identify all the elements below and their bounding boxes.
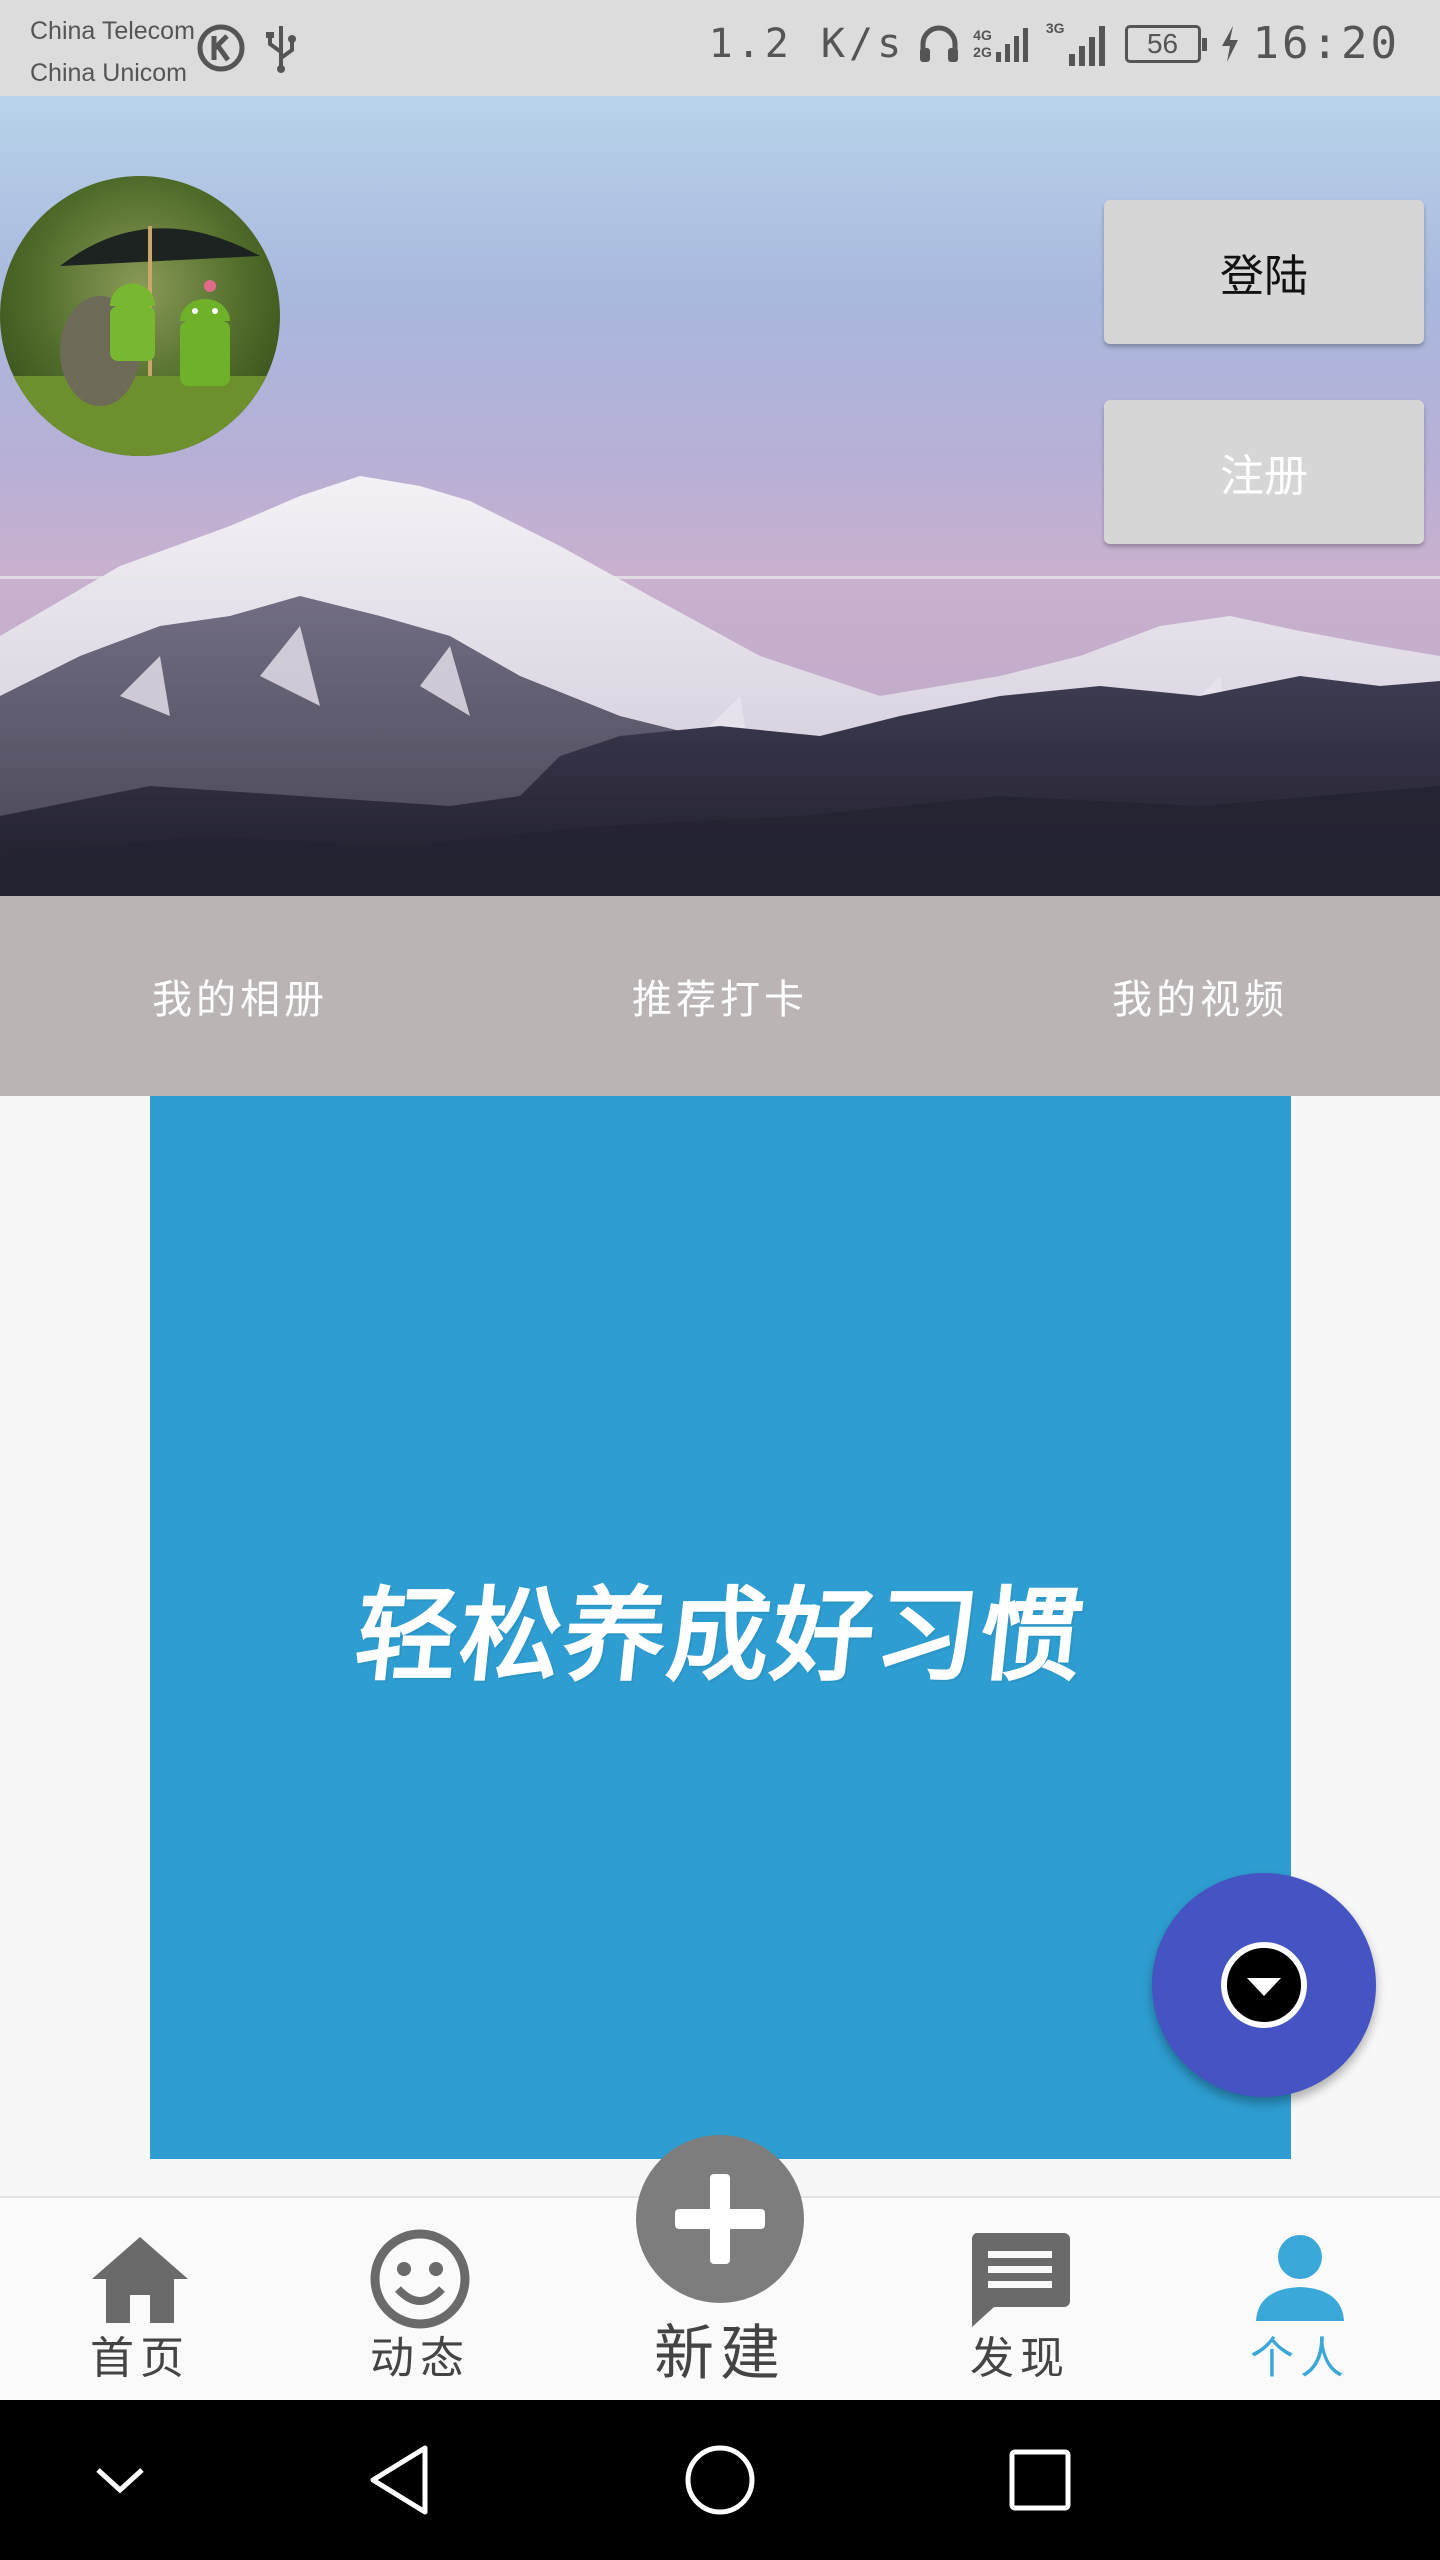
nav-label-profile: 个人 — [1250, 2333, 1350, 2384]
smiley-icon — [370, 2229, 470, 2329]
floating-action-button[interactable] — [1152, 1873, 1376, 2097]
back-icon — [370, 2445, 428, 2515]
tab-my-videos[interactable]: 我的视频 — [960, 896, 1440, 1096]
charging-icon — [1221, 25, 1238, 62]
net-speed: 1.2 K/s — [708, 20, 906, 67]
back-button[interactable] — [360, 2440, 440, 2520]
recents-icon — [1009, 2449, 1071, 2511]
k-app-icon — [197, 24, 245, 72]
person-icon — [1256, 2235, 1344, 2321]
login-button[interactable]: 登陆 — [1104, 200, 1424, 344]
nav-item-home[interactable]: 首页 — [40, 2198, 240, 2402]
status-bar: China Telecom China Unicom 1.2 K/s 4G 2G — [0, 0, 1440, 96]
nav-item-profile[interactable]: 个人 — [1200, 2198, 1400, 2402]
register-button[interactable]: 注册 — [1104, 400, 1424, 544]
tab-my-album[interactable]: 我的相册 — [0, 896, 480, 1096]
carrier-2: China Unicom — [30, 59, 188, 87]
headphone-icon — [920, 25, 959, 62]
recents-button[interactable] — [1000, 2440, 1080, 2520]
nav-label-activity: 动态 — [370, 2333, 470, 2384]
clock: 16:20 — [1252, 18, 1400, 69]
collapse-icon — [96, 2468, 144, 2494]
carrier-info: China Telecom China Unicom — [30, 10, 195, 94]
usb-icon — [266, 26, 296, 73]
nav-label-home: 首页 — [90, 2333, 190, 2384]
nav-item-new[interactable] — [636, 2135, 804, 2303]
signal-1-type-bottom: 2G — [973, 43, 992, 60]
collapse-button[interactable] — [80, 2440, 160, 2520]
nav-label-discover: 发现 — [970, 2333, 1070, 2384]
dropdown-circle-icon — [1221, 1942, 1307, 2028]
home-circle-icon — [685, 2445, 755, 2515]
header-divider — [0, 576, 1440, 579]
carrier-1: China Telecom — [30, 17, 195, 45]
plus-icon — [675, 2174, 765, 2264]
home-button[interactable] — [680, 2440, 760, 2520]
signal-strength-1-icon — [995, 27, 1028, 62]
signal-2-type: 3G — [1045, 19, 1065, 36]
signal-1-type-top: 4G — [973, 26, 992, 43]
android-umbrella-avatar-image — [0, 226, 280, 456]
system-navigation-bar — [0, 2400, 1440, 2560]
nav-item-discover[interactable]: 发现 — [920, 2198, 1120, 2402]
habit-banner-headline: 轻松养成好习惯 — [349, 1577, 1090, 1696]
home-icon — [92, 2237, 188, 2323]
tab-recommended-checkin[interactable]: 推荐打卡 — [480, 896, 960, 1096]
battery-indicator: 56 — [1124, 24, 1207, 63]
user-avatar[interactable] — [0, 176, 280, 456]
message-icon — [971, 2233, 1070, 2327]
habit-banner-image[interactable]: 轻松养成好习惯 — [150, 1096, 1291, 2159]
nav-label-new: 新建 — [654, 2319, 786, 2389]
nav-item-activity[interactable]: 动态 — [320, 2198, 520, 2402]
profile-header-banner: 登陆 注册 — [0, 96, 1440, 896]
profile-tab-strip: 我的相册 推荐打卡 我的视频 — [0, 896, 1440, 1096]
signal-strength-2-icon — [1068, 25, 1105, 66]
